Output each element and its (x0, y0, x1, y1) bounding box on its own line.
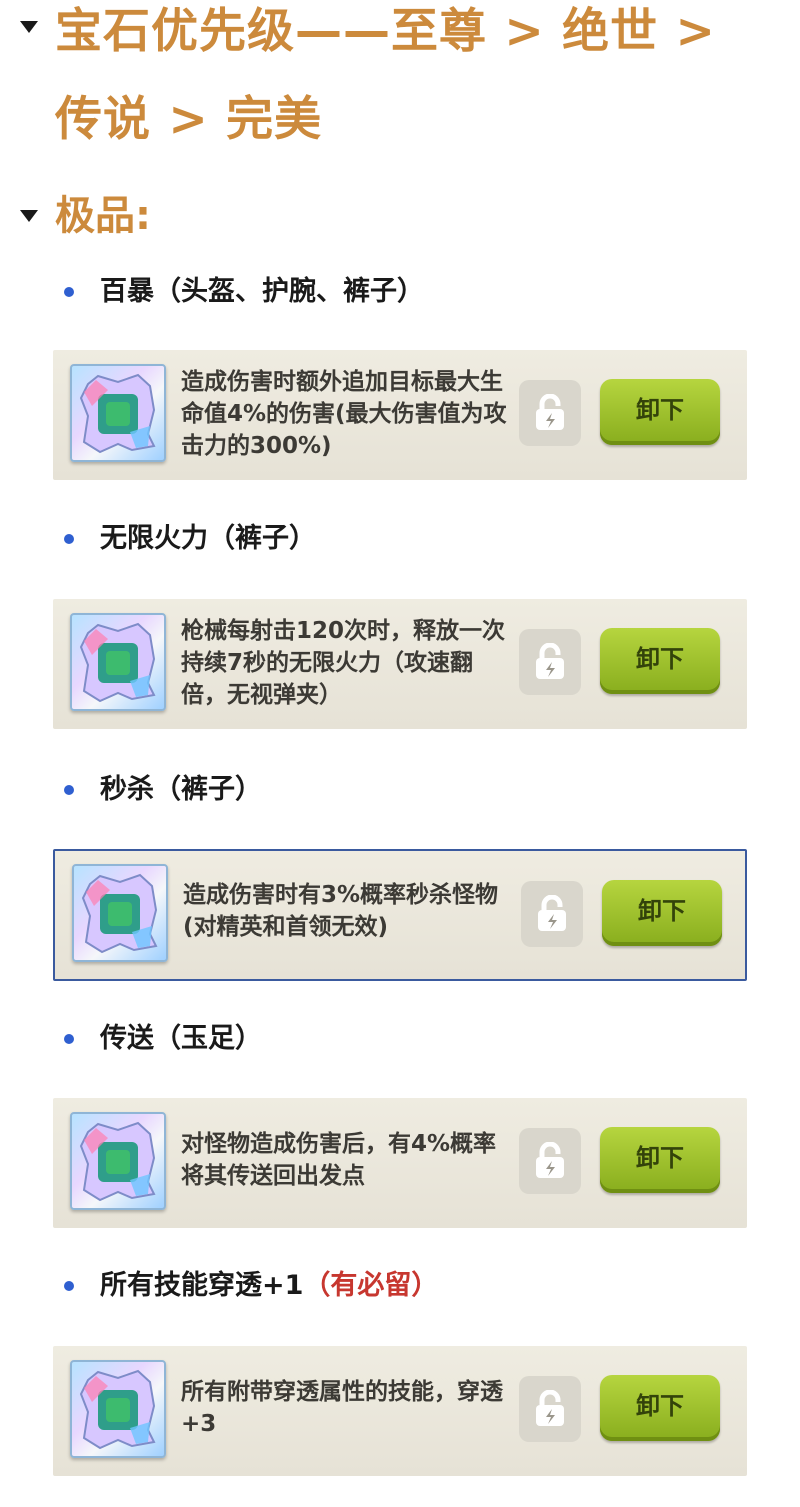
lock-icon (538, 895, 566, 931)
gem-icon (70, 364, 166, 462)
lock-button[interactable] (521, 881, 583, 947)
lock-icon (536, 1142, 564, 1178)
gem-name: 秒杀（裤子） (100, 774, 262, 805)
unload-button[interactable]: 卸下 (600, 1375, 720, 1441)
bullet-dot (64, 287, 74, 297)
gem-card: 造成伤害时额外追加目标最大生命值4%的伤害(最大伤害值为攻击力的300%) 卸下 (53, 350, 747, 480)
gem-icon (70, 1112, 166, 1210)
lock-button[interactable] (519, 1376, 581, 1442)
bullet-dot (64, 785, 74, 795)
subheading-title: 极品: (55, 193, 151, 239)
gem-name: 传送（玉足） (100, 1023, 262, 1054)
unload-button[interactable]: 卸下 (600, 1127, 720, 1193)
gem-description: 对怪物造成伤害后，有4%概率将其传送回出发点 (181, 1131, 497, 1189)
gem-card: 对怪物造成伤害后，有4%概率将其传送回出发点 卸下 (53, 1098, 747, 1228)
gem-icon (70, 613, 166, 711)
gem-description: 所有附带穿透属性的技能，穿透+3 (181, 1379, 503, 1437)
gem-card: 所有附带穿透属性的技能，穿透+3 卸下 (53, 1346, 747, 1476)
unload-button[interactable]: 卸下 (600, 628, 720, 694)
bullet-dot (64, 1281, 74, 1291)
caret-down-icon[interactable] (20, 21, 38, 33)
lock-button[interactable] (519, 629, 581, 695)
lock-button[interactable] (519, 380, 581, 446)
lock-button[interactable] (519, 1128, 581, 1194)
heading-title: 宝石优先级——至尊 > 绝世 > 传说 > 完美 (55, 4, 716, 147)
unload-button[interactable]: 卸下 (602, 880, 722, 946)
gem-description: 造成伤害时额外追加目标最大生命值4%的伤害(最大伤害值为攻击力的300%) (181, 369, 507, 459)
gem-name: 所有技能穿透+1（有必留） (100, 1270, 439, 1301)
gem-description: 造成伤害时有3%概率秒杀怪物(对精英和首领无效) (183, 882, 499, 940)
bullet-dot (64, 1034, 74, 1044)
caret-down-icon[interactable] (20, 210, 38, 222)
bullet-dot (64, 534, 74, 544)
unload-button[interactable]: 卸下 (600, 379, 720, 445)
gem-name: 无限火力（裤子） (100, 523, 316, 554)
gem-name: 百暴（头盔、护腕、裤子） (100, 276, 424, 307)
gem-icon (72, 864, 168, 962)
gem-card: 枪械每射击120次时，释放一次持续7秒的无限火力（攻速翻倍，无视弹夹） 卸下 (53, 599, 747, 729)
lock-icon (536, 394, 564, 430)
gem-card-selected: 造成伤害时有3%概率秒杀怪物(对精英和首领无效) 卸下 (53, 849, 747, 981)
lock-icon (536, 1390, 564, 1426)
gem-description: 枪械每射击120次时，释放一次持续7秒的无限火力（攻速翻倍，无视弹夹） (181, 618, 506, 708)
lock-icon (536, 643, 564, 679)
gem-icon (70, 1360, 166, 1458)
